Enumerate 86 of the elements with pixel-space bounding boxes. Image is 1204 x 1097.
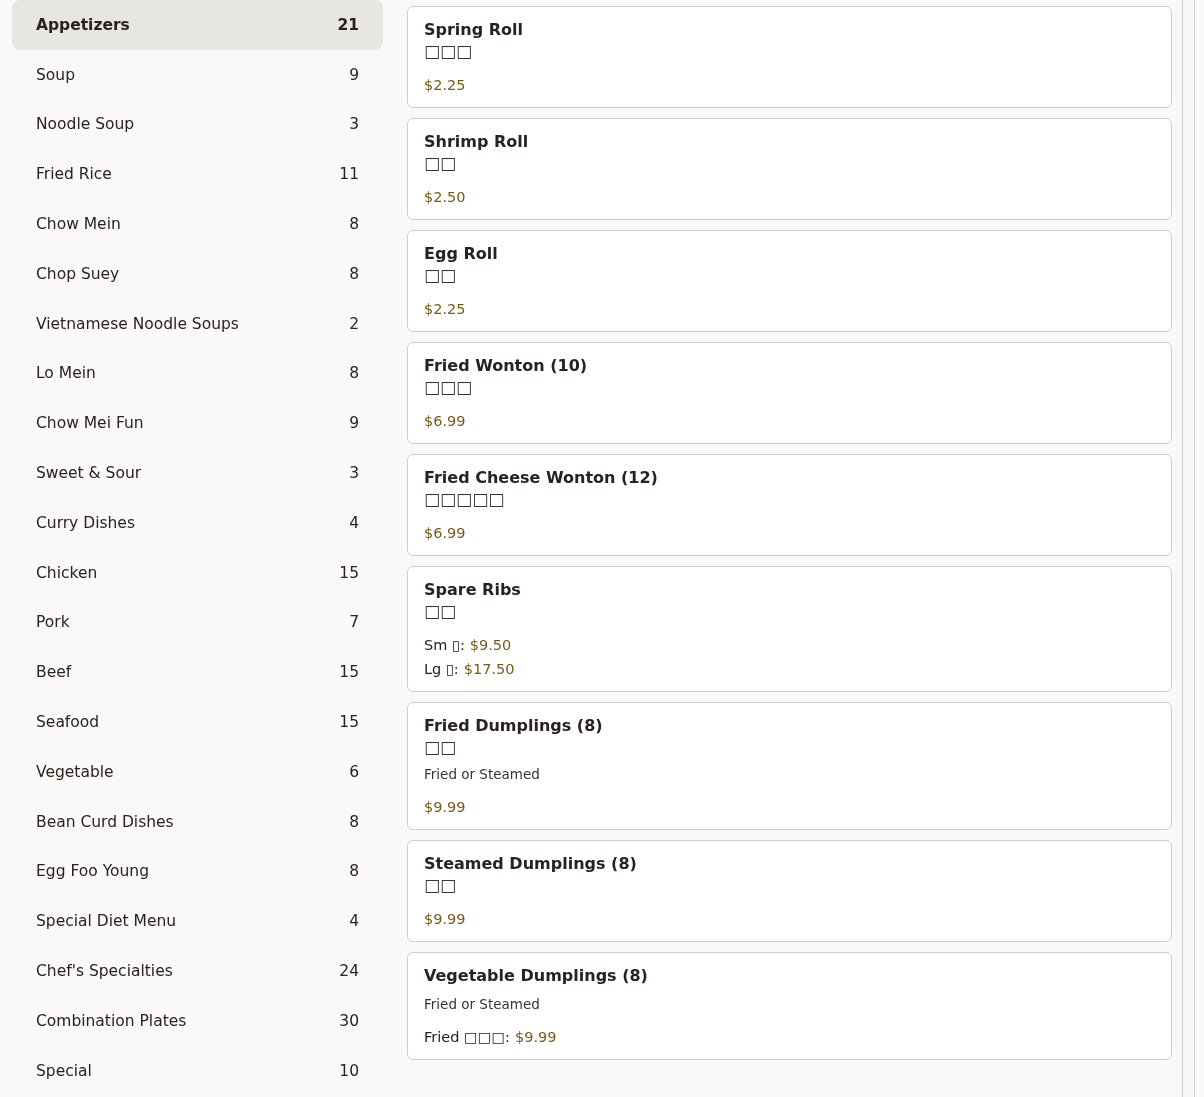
item-count: 4 <box>349 912 359 931</box>
item-count: 3 <box>349 464 359 483</box>
item-price: $6.99 <box>424 412 466 431</box>
item-count: 10 <box>339 1061 359 1080</box>
item-count: 4 <box>349 513 359 532</box>
item-name: Fried Dumplings (8) <box>424 715 604 737</box>
category-item[interactable]: Chef's Specialties 24 <box>12 946 383 996</box>
category-item[interactable]: Special Diet Menu 4 <box>12 896 383 947</box>
item-count: 7 <box>349 613 359 632</box>
category-item[interactable]: Chop Suey 8 <box>12 249 383 299</box>
item-count: 21 <box>337 15 359 34</box>
chinese-name: □□ <box>424 265 458 285</box>
category-item[interactable]: Vietnamese Noodle Soups 2 <box>12 298 383 349</box>
category-item[interactable]: Chow Mein 8 <box>12 199 383 249</box>
item-count: 8 <box>349 862 359 881</box>
category-item[interactable]: Chicken 15 <box>12 547 383 598</box>
category-item[interactable]: Curry Dishes 4 <box>12 497 383 548</box>
item-price: $9.99 <box>424 798 466 817</box>
item-count: 9 <box>349 414 359 433</box>
item-price: $9.99 <box>515 1028 557 1047</box>
size-label: Sm ▯: <box>424 636 465 655</box>
item-price: $9.50 <box>469 636 512 655</box>
item-name: Egg Roll <box>424 243 499 265</box>
item-note: Fried or Steamed <box>424 995 541 1013</box>
item-count: 8 <box>349 364 359 383</box>
menu-item-card[interactable]: Fried Dumplings (8) □□ Fried or Steamed $9.99 <box>407 702 1172 830</box>
category-item[interactable]: Pork 7 <box>12 597 383 648</box>
menu-item-card[interactable]: Shrimp Roll □□ $2.50 <box>407 118 1172 220</box>
category-item[interactable]: Noodle Soup 3 <box>12 99 383 150</box>
item-name: Shrimp Roll <box>424 131 530 153</box>
item-count: 8 <box>349 264 359 283</box>
category-item[interactable]: Seafood 15 <box>12 697 383 747</box>
category-item[interactable]: Vegetable 6 <box>12 746 383 797</box>
chinese-name: □□□ <box>424 377 474 397</box>
item-count: 9 <box>349 65 359 84</box>
category-item[interactable]: Soup 9 <box>12 49 383 100</box>
category-item[interactable]: Bean Curd Dishes 8 <box>12 796 383 847</box>
size-label: Lg ▯: <box>424 660 459 679</box>
item-note: Fried or Steamed <box>424 765 541 783</box>
menu-item-card[interactable]: Fried Wonton (10) □□□ $6.99 <box>407 342 1172 444</box>
chinese-name: □□□ <box>424 41 474 61</box>
scrollbar[interactable] <box>1182 0 1195 1097</box>
item-name: Spring Roll <box>424 19 525 41</box>
item-count: 6 <box>349 762 359 781</box>
category-item[interactable]: Appetizers 21 <box>12 0 383 50</box>
item-price: $6.99 <box>424 524 466 543</box>
category-item[interactable]: Sweet & Sour 3 <box>12 448 383 498</box>
item-price: $2.25 <box>424 300 466 319</box>
chinese-name: □□□□□ <box>424 489 506 509</box>
item-count: 8 <box>349 215 359 234</box>
item-count: 15 <box>339 713 359 732</box>
item-name: Vegetable Dumplings (8) <box>424 965 649 987</box>
item-count: 15 <box>339 563 359 582</box>
item-count: 8 <box>349 812 359 831</box>
item-count: 24 <box>339 962 359 981</box>
item-price: $2.25 <box>424 76 466 95</box>
category-item[interactable]: Chow Mei Fun 9 <box>12 398 383 449</box>
category-item[interactable]: Lo Mein 8 <box>12 348 383 399</box>
menu-item-card[interactable]: Spring Roll □□□ $2.25 <box>407 6 1172 108</box>
category-item[interactable]: Combination Plates 30 <box>12 995 383 1046</box>
item-name: Spare Ribs <box>424 579 522 601</box>
menu-item-card[interactable]: Vegetable Dumplings (8) Fried or Steamed Fried □□□: $9.99 <box>407 952 1172 1060</box>
category-item[interactable]: Special 10 <box>12 1045 383 1096</box>
chinese-name: □□ <box>424 153 458 173</box>
size-label: Fried □□□: <box>424 1028 510 1047</box>
menu-item-card[interactable]: Fried Cheese Wonton (12) □□□□□ $6.99 <box>407 454 1172 556</box>
item-count: 2 <box>349 314 359 333</box>
item-name: Fried Wonton (10) <box>424 355 589 377</box>
item-name: Fried Cheese Wonton (12) <box>424 467 659 489</box>
chinese-name: □□ <box>424 875 458 895</box>
menu-item-card[interactable]: Egg Roll □□ $2.25 <box>407 230 1172 332</box>
item-count: 11 <box>339 165 359 184</box>
menu-item-card[interactable]: Spare Ribs □□ Sm ▯: $9.50 Lg ▯: $17.50 <box>407 566 1172 692</box>
item-price: $2.50 <box>424 188 466 207</box>
item-count: 15 <box>339 663 359 682</box>
item-count: 30 <box>339 1011 359 1030</box>
chinese-name: □□ <box>424 737 458 757</box>
chinese-name: □□ <box>424 601 458 621</box>
item-name: Steamed Dumplings (8) <box>424 853 638 875</box>
category-item[interactable]: Fried Rice 11 <box>12 149 383 200</box>
menu-item-card[interactable]: Steamed Dumplings (8) □□ $9.99 <box>407 840 1172 942</box>
item-count: 3 <box>349 115 359 134</box>
category-item[interactable]: Beef 15 <box>12 647 383 698</box>
item-price: $9.99 <box>424 910 466 929</box>
category-item[interactable]: Egg Foo Young 8 <box>12 846 383 897</box>
item-price: $17.50 <box>463 660 515 679</box>
